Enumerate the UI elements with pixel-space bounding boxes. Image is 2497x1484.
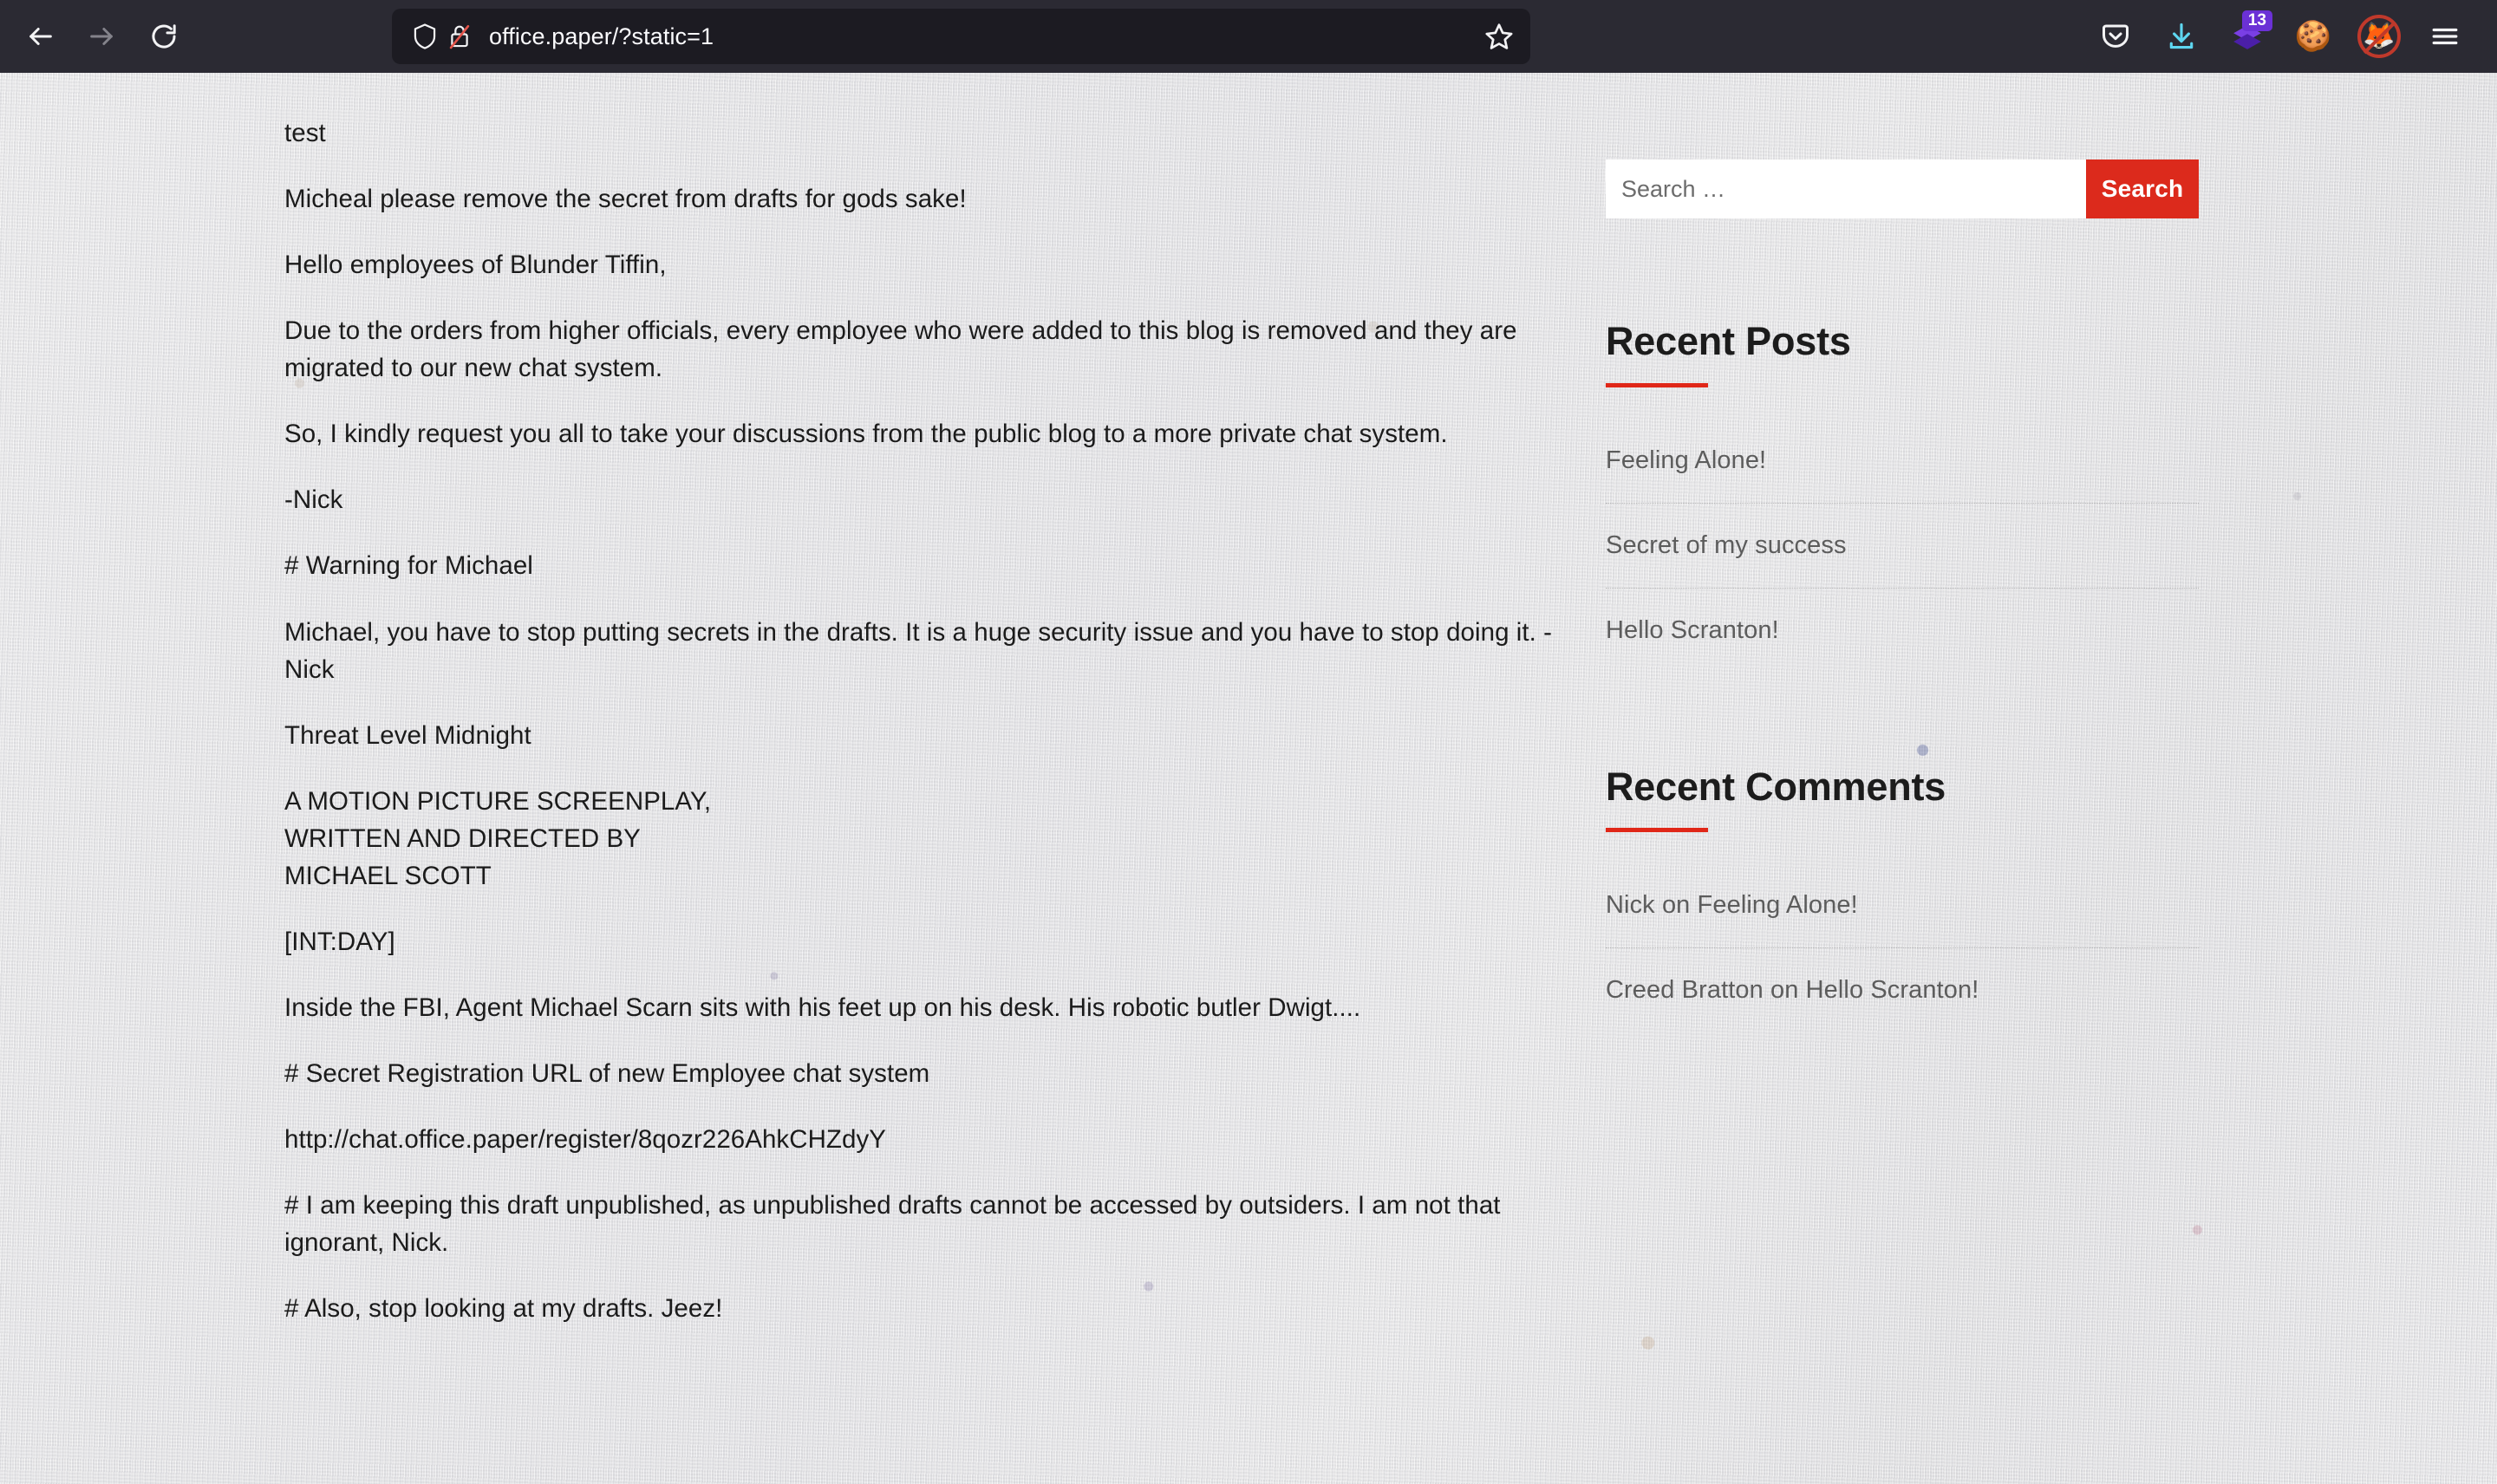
cookie-icon[interactable]: 🍪 [2280, 9, 2346, 64]
reload-icon [152, 24, 176, 49]
shield-icon[interactable] [407, 19, 442, 54]
recent-comments-list: Nick on Feeling Alone! Creed Bratton on H… [1606, 863, 2199, 1032]
search-button[interactable]: Search [2086, 159, 2199, 218]
lock-crossed-out-icon[interactable] [442, 19, 477, 54]
recent-post-link[interactable]: Feeling Alone! [1606, 446, 1766, 474]
forward-arrow-icon [90, 28, 113, 45]
downloads-icon[interactable] [2148, 9, 2214, 64]
prohibition-overlay-icon [2357, 15, 2401, 58]
star-icon[interactable] [1475, 12, 1523, 61]
post-paragraph: # Also, stop looking at my drafts. Jeez! [284, 1294, 723, 1324]
recent-comments-title: Recent Comments [1606, 764, 1946, 809]
post-paragraph: Hello employees of Blunder Tiffin, [284, 251, 667, 280]
search-form: Search [1606, 159, 2199, 218]
post-paragraph: test [284, 119, 326, 147]
list-item[interactable]: Nick on Feeling Alone! [1606, 863, 2199, 949]
list-item[interactable]: Secret of my success [1606, 504, 2199, 589]
list-item[interactable]: Creed Bratton on Hello Scranton! [1606, 948, 2199, 1032]
fox-blocked-icon[interactable]: 🦊 [2346, 9, 2412, 64]
list-item[interactable]: Hello Scranton! [1606, 589, 2199, 673]
post-paragraph: # Secret Registration URL of new Employe… [284, 1059, 930, 1088]
title-underline-rule [1606, 828, 1708, 833]
recent-post-link[interactable]: Hello Scranton! [1606, 616, 1779, 644]
post-paragraph: Michael, you have to stop putting secret… [284, 617, 1552, 684]
hamburger-menu-icon[interactable] [2412, 9, 2478, 64]
recent-posts-title: Recent Posts [1606, 319, 1851, 363]
recent-post-link[interactable]: Secret of my success [1606, 531, 1847, 559]
reload-button[interactable] [137, 10, 191, 63]
extension-count-badge: 13 [2241, 10, 2272, 32]
post-paragraph: Due to the orders from higher officials,… [284, 316, 1517, 383]
post-paragraph: A MOTION PICTURE SCREENPLAY, WRITTEN AND … [284, 786, 712, 890]
browser-toolbar: office.paper/?static=1 13 🍪 🦊 [0, 0, 2497, 73]
title-underline-rule [1606, 382, 1708, 387]
back-button[interactable] [14, 10, 68, 63]
forward-button[interactable] [75, 10, 128, 63]
post-paragraph: Inside the FBI, Agent Michael Scarn sits… [284, 993, 1361, 1022]
post-paragraph: So, I kindly request you all to take you… [284, 420, 1448, 449]
post-paragraph: Threat Level Midnight [284, 720, 531, 750]
back-arrow-icon [29, 28, 52, 45]
pocket-icon[interactable] [2083, 9, 2148, 64]
post-content: test Micheal please remove the secret fro… [284, 114, 1568, 1327]
post-paragraph: http://chat.office.paper/register/8qozr2… [284, 1125, 886, 1155]
post-paragraph: Micheal please remove the secret from dr… [284, 185, 967, 214]
recent-comment-link[interactable]: Nick on Feeling Alone! [1606, 891, 1858, 919]
recent-comment-link[interactable]: Creed Bratton on Hello Scranton! [1606, 976, 1979, 1004]
post-paragraph: # Warning for Michael [284, 551, 533, 581]
widget-recent-comments: Recent Comments Nick on Feeling Alone! Cr… [1606, 764, 2199, 1033]
page-viewport: test Micheal please remove the secret fro… [0, 73, 2497, 1484]
post-paragraph: -Nick [284, 485, 343, 515]
url-bar[interactable]: office.paper/?static=1 [392, 9, 1530, 64]
sidebar: Search Recent Posts Feeling Alone! Secret… [1606, 159, 2199, 1032]
post-paragraph: # I am keeping this draft unpublished, a… [284, 1191, 1501, 1258]
layers-extension-icon[interactable]: 13 [2214, 9, 2280, 64]
widget-recent-posts: Recent Posts Feeling Alone! Secret of my … [1606, 321, 2199, 673]
url-text[interactable]: office.paper/?static=1 [489, 23, 1475, 50]
toolbar-icon-group: 13 🍪 🦊 [2083, 0, 2497, 73]
list-item[interactable]: Feeling Alone! [1606, 419, 2199, 504]
post-paragraph: [INT:DAY] [284, 927, 395, 956]
search-input[interactable] [1606, 159, 2086, 218]
recent-posts-list: Feeling Alone! Secret of my success Hello … [1606, 419, 2199, 673]
